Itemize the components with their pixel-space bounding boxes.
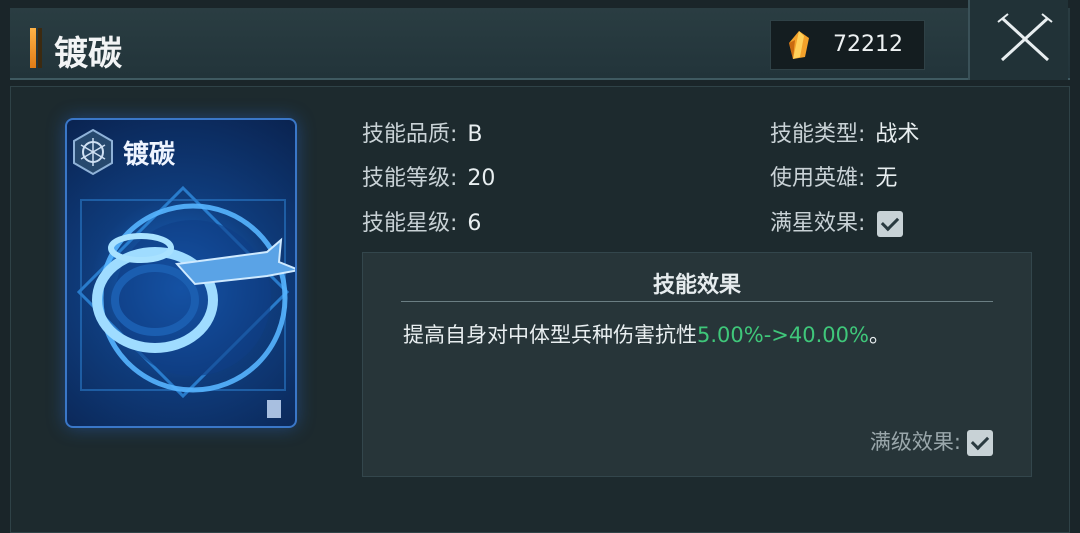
attr-max-star-label: 满星效果: [770, 211, 866, 236]
page-title: 镀碳 [54, 34, 122, 74]
title-accent-bar-dark [38, 28, 42, 68]
currency-display: 72212 [770, 20, 925, 70]
effect-description: 提高自身对中体型兵种伤害抗性5.00%->40.00%。 [403, 319, 890, 349]
attr-quality-label: 技能品质: [362, 122, 458, 147]
attr-level-label: 技能等级: [362, 166, 458, 191]
max-level-effect: 满级效果: [870, 426, 993, 456]
attr-hero: 使用英雄: 无 [770, 160, 897, 192]
max-star-checkbox[interactable] [877, 211, 904, 237]
attr-hero-value: 无 [875, 166, 898, 191]
hexagon-emblem-icon [73, 128, 113, 176]
attr-max-star: 满星效果: [770, 205, 904, 237]
attr-quality-value: B [467, 122, 483, 147]
attr-type-label: 技能类型: [770, 122, 866, 147]
ring-aircraft-art [76, 185, 295, 418]
max-level-label: 满级效果: [869, 430, 961, 454]
title-accent-bar [30, 28, 36, 68]
attr-star-value: 6 [467, 211, 482, 236]
attr-level-value: 20 [467, 166, 496, 191]
effect-text-suffix: 。 [868, 323, 890, 347]
skill-card: 镀碳 [65, 118, 297, 428]
attr-type: 技能类型: 战术 [770, 116, 919, 148]
attr-hero-label: 使用英雄: [770, 166, 866, 191]
crystal-icon [789, 31, 809, 59]
max-level-checkbox[interactable] [967, 430, 993, 456]
card-name: 镀碳 [123, 140, 176, 170]
attr-type-value: 战术 [875, 122, 920, 147]
effect-title: 技能效果 [652, 273, 741, 298]
effect-divider [401, 301, 993, 302]
effect-text-prefix: 提高自身对中体型兵种伤害抗性 [403, 323, 697, 347]
skill-effect-box: 技能效果 提高自身对中体型兵种伤害抗性5.00%->40.00%。 满级效果: [362, 252, 1032, 477]
close-button[interactable] [968, 0, 1068, 80]
attr-star: 技能星级: 6 [362, 205, 481, 237]
currency-value: 72212 [833, 32, 903, 57]
attr-level: 技能等级: 20 [362, 160, 495, 192]
attr-quality: 技能品质: B [362, 116, 483, 148]
effect-value-highlight: 5.00%->40.00% [697, 323, 869, 347]
attr-star-label: 技能星级: [362, 211, 458, 236]
close-icon [997, 13, 1053, 62]
